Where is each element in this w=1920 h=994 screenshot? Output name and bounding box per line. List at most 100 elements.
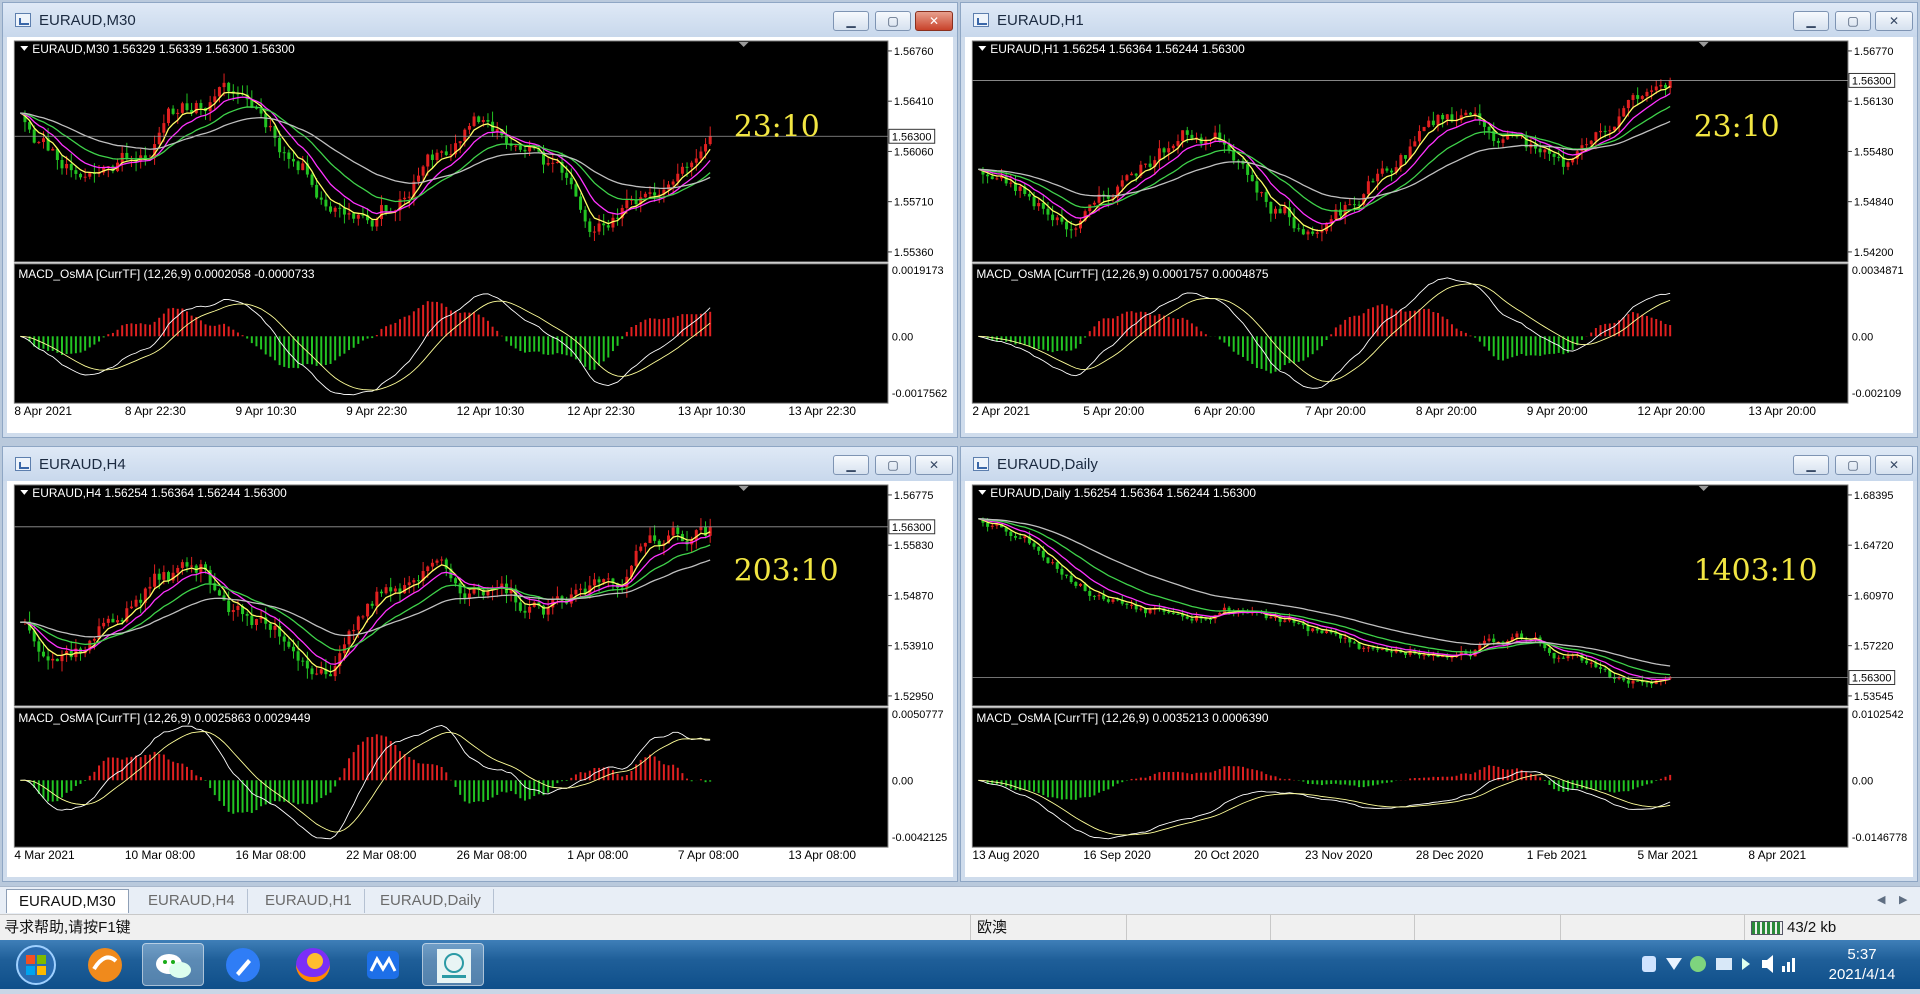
price-chart[interactable]: 1.56300 EURAUD,H4 1.56254 1.56364 1.56244… <box>7 481 953 877</box>
candle-body <box>194 103 198 114</box>
price-scale-label: 1.55830 <box>894 540 934 552</box>
candle-body <box>463 129 467 142</box>
candle-body <box>639 546 643 551</box>
window-titlebar[interactable]: EURAUD,M30 ▁ ▢ ✕ <box>3 3 957 37</box>
chart-canvas[interactable]: 1.56300 EURAUD,H4 1.56254 1.56364 1.56244… <box>7 481 953 877</box>
candle-body <box>162 123 166 133</box>
chart-window-daily[interactable]: EURAUD,Daily ▁ ▢ ✕ 1.56300 EURAUD,Daily 1… <box>960 446 1918 882</box>
price-scale-label: 1.57220 <box>1854 641 1894 653</box>
maximize-button[interactable]: ▢ <box>1835 455 1871 475</box>
tab-euraud-m30[interactable]: EURAUD,M30 <box>6 889 129 913</box>
candle-body <box>315 184 319 198</box>
close-button[interactable]: ✕ <box>915 11 953 31</box>
status-connection: 43/2 kb <box>1744 915 1920 941</box>
close-button[interactable]: ✕ <box>1875 11 1913 31</box>
candle-body <box>1139 608 1143 610</box>
tab-euraud-h1[interactable]: EURAUD,H1 <box>253 889 365 913</box>
chart-window-h1[interactable]: EURAUD,H1 ▁ ▢ ✕ 1.56300 EURAUD,H1 1.56254… <box>960 2 1918 438</box>
window-titlebar[interactable]: EURAUD,H1 ▁ ▢ ✕ <box>961 3 1917 37</box>
candle-body <box>653 535 657 541</box>
minimize-button[interactable]: ▁ <box>1793 455 1829 475</box>
indicator-scale-label: 0.00 <box>1852 775 1873 787</box>
candle-body <box>1027 193 1031 197</box>
chart-window-h4[interactable]: EURAUD,H4 ▁ ▢ ✕ 1.56300 EURAUD,H4 1.56254… <box>2 446 958 882</box>
tray-security-icon[interactable] <box>1666 958 1682 970</box>
candle-body <box>1603 668 1607 670</box>
candle-body <box>1547 648 1551 653</box>
candle-body <box>1148 609 1152 614</box>
taskbar-clock[interactable]: 5:37 2021/4/14 <box>1812 945 1912 985</box>
minimize-icon: ▁ <box>846 14 856 28</box>
window-titlebar[interactable]: EURAUD,H4 ▁ ▢ ✕ <box>3 447 957 481</box>
tray-volume-icon[interactable] <box>1762 955 1773 973</box>
candle-body <box>1650 90 1654 92</box>
candle-body <box>1143 163 1147 165</box>
tray-app-icon[interactable] <box>1642 956 1656 972</box>
tab-euraud-daily[interactable]: EURAUD,Daily <box>368 889 494 913</box>
maximize-button[interactable]: ▢ <box>875 455 911 475</box>
tray-wechat-icon[interactable] <box>1690 956 1706 972</box>
tray-network-icon[interactable] <box>1716 958 1732 970</box>
tray-signal-icon[interactable] <box>1782 966 1785 972</box>
window-titlebar[interactable]: EURAUD,Daily ▁ ▢ ✕ <box>961 447 1917 481</box>
candle-body <box>1176 613 1180 615</box>
price-scale-label: 1.53910 <box>894 641 934 653</box>
maximize-icon: ▢ <box>1847 14 1859 28</box>
price-scale-label: 1.52950 <box>894 691 934 703</box>
tray-flag-icon[interactable] <box>1742 958 1750 970</box>
candle-body <box>352 213 356 219</box>
candle-body <box>1074 228 1078 230</box>
indicator-plot-area[interactable] <box>971 707 1849 848</box>
minimize-button[interactable]: ▁ <box>833 11 869 31</box>
candle-body <box>1065 574 1069 576</box>
price-chart[interactable]: 1.56300 EURAUD,H1 1.56254 1.56364 1.56244… <box>965 37 1913 433</box>
candle-body <box>1561 657 1565 659</box>
minimize-button[interactable]: ▁ <box>833 455 869 475</box>
price-chart[interactable]: 1.56300 EURAUD,Daily 1.56254 1.56364 1.56… <box>965 481 1913 877</box>
candle-body <box>157 132 161 145</box>
taskbar-notes[interactable] <box>212 943 274 986</box>
maximize-button[interactable]: ▢ <box>1835 11 1871 31</box>
candle-body <box>616 217 620 219</box>
chart-window-m30[interactable]: EURAUD,M30 ▁ ▢ ✕ 1.56300 EURAUD,M30 1.563… <box>2 2 958 438</box>
chart-canvas[interactable]: 1.56300 EURAUD,M30 1.56329 1.56339 1.5630… <box>7 37 953 433</box>
time-axis-label: 23 Nov 2020 <box>1305 848 1373 862</box>
indicator-header: MACD_OsMA [CurrTF] (12,26,9) 0.0001757 0… <box>976 267 1269 281</box>
candle-body <box>361 616 365 618</box>
taskbar-trading-terminal[interactable] <box>422 943 484 986</box>
candle-body <box>1069 575 1073 583</box>
tab-euraud-h4[interactable]: EURAUD,H4 <box>136 889 248 913</box>
tab-scroll-left-icon[interactable]: ◀ <box>1877 893 1885 906</box>
tab-scroll-right-icon[interactable]: ▶ <box>1899 893 1907 906</box>
candle-body <box>574 589 578 595</box>
start-button[interactable] <box>2 943 64 986</box>
price-scale-label: 1.53545 <box>1854 691 1894 703</box>
candle-body <box>1376 648 1380 650</box>
taskbar-wechat[interactable] <box>142 943 204 986</box>
maximize-button[interactable]: ▢ <box>875 11 911 31</box>
close-button[interactable]: ✕ <box>1875 455 1913 475</box>
candle-body <box>333 666 337 677</box>
taskbar-firefox[interactable] <box>282 943 344 986</box>
candle-body <box>125 152 129 159</box>
candle-body <box>1557 657 1561 659</box>
time-axis-label: 9 Apr 10:30 <box>236 404 297 418</box>
price-chart[interactable]: 1.56300 EURAUD,M30 1.56329 1.56339 1.5630… <box>7 37 953 433</box>
taskbar-meeting[interactable] <box>352 943 414 986</box>
firefox-icon <box>296 948 330 982</box>
candle-body <box>1292 217 1296 229</box>
candle-body <box>1125 175 1129 181</box>
chart-canvas[interactable]: 1.56300 EURAUD,Daily 1.56254 1.56364 1.56… <box>965 481 1913 877</box>
minimize-button[interactable]: ▁ <box>1793 11 1829 31</box>
candle-body <box>1469 112 1472 115</box>
chart-canvas[interactable]: 1.56300 EURAUD,H1 1.56254 1.56364 1.56244… <box>965 37 1913 433</box>
candle-body <box>291 158 295 162</box>
candle-body <box>370 220 374 227</box>
candle-body <box>1148 163 1152 167</box>
time-axis-label: 8 Apr 22:30 <box>125 404 186 418</box>
close-button[interactable]: ✕ <box>915 455 953 475</box>
candle-body <box>1352 642 1356 644</box>
time-axis-label: 9 Apr 20:00 <box>1527 404 1588 418</box>
taskbar-browser[interactable] <box>74 943 136 986</box>
candle-body <box>477 116 481 122</box>
